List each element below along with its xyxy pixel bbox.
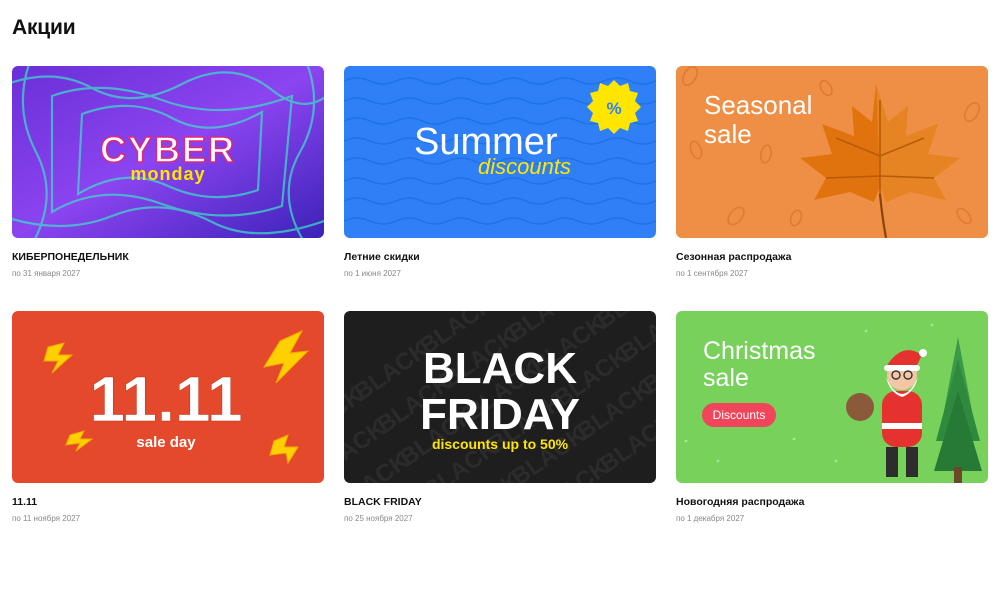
eleven-eleven-banner: 11.11 sale day xyxy=(12,311,324,483)
promo-title: Новогодняя распродажа xyxy=(676,496,805,508)
banner-headline: Christmas xyxy=(703,337,816,365)
banner-subheadline: monday xyxy=(130,164,205,184)
banner-subheadline: sale xyxy=(703,364,749,392)
promo-card-cyber-monday[interactable]: CYBER monday КИБЕРПОНЕДЕЛЬНИК по 31 янва… xyxy=(12,66,324,311)
promo-banner-image: % Summer discounts xyxy=(344,66,656,238)
promotions-page: Акции CYBER monday КИБЕРПОНЕДЕЛЬНИК по 3… xyxy=(0,0,1000,600)
summer-banner: % Summer discounts xyxy=(344,66,656,238)
black-friday-banner: BLACK BLACK BLACK BLACK BLACK BLACK BLAC… xyxy=(344,311,656,483)
cyber-monday-banner: CYBER monday xyxy=(12,66,324,238)
promo-banner-image: BLACK BLACK BLACK BLACK BLACK BLACK BLAC… xyxy=(344,311,656,483)
promo-card-summer-discounts[interactable]: % Summer discounts Летние скидки по 1 ию… xyxy=(344,66,656,311)
banner-headline: BLACK xyxy=(423,344,577,393)
promo-card-black-friday[interactable]: BLACK BLACK BLACK BLACK BLACK BLACK BLAC… xyxy=(344,311,656,556)
promo-title: Сезонная распродажа xyxy=(676,251,792,263)
page-title: Акции xyxy=(12,16,76,39)
svg-text:%: % xyxy=(606,99,621,118)
promo-date: по 25 ноября 2027 xyxy=(344,514,413,523)
banner-headline: 11.11 xyxy=(89,363,242,435)
banner-subheadline: sale day xyxy=(136,434,196,451)
promo-title: 11.11 xyxy=(12,496,38,508)
promo-banner-image: CYBER monday xyxy=(12,66,324,238)
promo-date: по 1 сентября 2027 xyxy=(676,269,748,278)
banner-subheadline: sale xyxy=(704,119,752,149)
christmas-banner: Christmas sale Discounts xyxy=(676,311,988,483)
promo-card-seasonal-sale[interactable]: Seasonal sale Сезонная распродажа по 1 с… xyxy=(676,66,988,311)
banner-headline-2: FRIDAY xyxy=(420,390,580,439)
promo-title: BLACK FRIDAY xyxy=(344,496,422,508)
banner-headline: Seasonal xyxy=(704,90,812,120)
banner-subheadline: discounts up to 50% xyxy=(432,436,569,452)
promo-date: по 1 июня 2027 xyxy=(344,269,401,278)
svg-text:Discounts: Discounts xyxy=(713,408,766,422)
promo-card-11-11[interactable]: 11.11 sale day 11.11 по 11 ноября 2027 xyxy=(12,311,324,556)
promo-grid: CYBER monday КИБЕРПОНЕДЕЛЬНИК по 31 янва… xyxy=(12,66,988,556)
promo-banner-image: 11.11 sale day xyxy=(12,311,324,483)
promo-title: КИБЕРПОНЕДЕЛЬНИК xyxy=(12,251,129,263)
banner-subheadline: discounts xyxy=(478,154,571,179)
promo-date: по 31 января 2027 xyxy=(12,269,81,278)
promo-date: по 1 декабря 2027 xyxy=(676,514,745,523)
promo-card-christmas-sale[interactable]: Christmas sale Discounts Новогодняя расп… xyxy=(676,311,988,556)
seasonal-banner: Seasonal sale xyxy=(676,66,988,238)
promo-banner-image: Seasonal sale xyxy=(676,66,988,238)
discounts-pill: Discounts xyxy=(702,403,776,427)
promo-banner-image: Christmas sale Discounts xyxy=(676,311,988,483)
promo-date: по 11 ноября 2027 xyxy=(12,514,81,523)
promo-title: Летние скидки xyxy=(344,251,420,263)
